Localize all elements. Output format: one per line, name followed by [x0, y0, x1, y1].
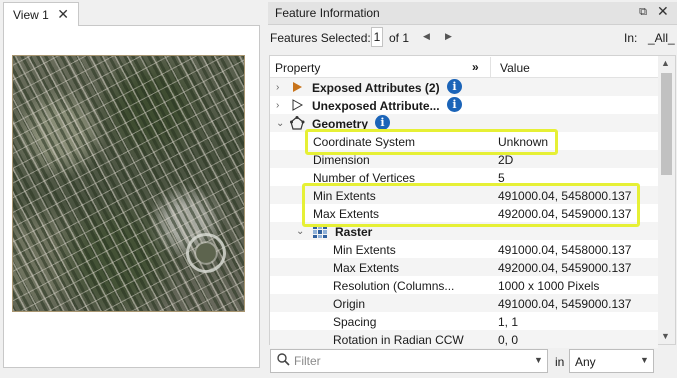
- highlight-coordinate-system: [305, 129, 558, 155]
- previous-feature-icon[interactable]: ◀: [423, 31, 430, 42]
- aerial-raster-detail: [186, 233, 226, 273]
- expand-columns-icon[interactable]: »: [472, 60, 479, 74]
- unexposed-attributes-label: Unexposed Attribute...: [312, 99, 440, 113]
- panel-title: Feature Information: [275, 6, 380, 20]
- table-row[interactable]: [270, 312, 658, 330]
- filter-in-label: in: [555, 355, 565, 369]
- property-name: Origin: [333, 297, 366, 311]
- chevron-right-icon[interactable]: ›: [276, 82, 279, 94]
- property-value: 492000.04, 5459000.137: [498, 261, 632, 275]
- scroll-up-icon[interactable]: ▲: [661, 58, 670, 68]
- column-header-property[interactable]: Property: [275, 61, 320, 75]
- features-selected-label: Features Selected:: [270, 31, 371, 45]
- tab-view-1-label: View 1: [13, 7, 49, 22]
- info-icon[interactable]: i: [447, 97, 462, 112]
- geometry-icon: [290, 116, 305, 130]
- search-icon: [277, 353, 290, 366]
- chevron-down-icon[interactable]: ⌄: [296, 226, 304, 238]
- column-header-value[interactable]: Value: [500, 61, 530, 75]
- chevron-down-icon[interactable]: ⌄: [276, 118, 284, 130]
- aerial-raster-image: [12, 55, 245, 312]
- filter-input[interactable]: [294, 352, 530, 370]
- property-name: Min Extents: [333, 243, 396, 257]
- exposed-attributes-label: Exposed Attributes (2): [312, 81, 440, 95]
- selected-total: of 1: [389, 31, 410, 45]
- table-row[interactable]: [270, 276, 658, 294]
- in-source-value[interactable]: _All_: [648, 31, 675, 45]
- in-label: In:: [624, 31, 638, 45]
- close-panel-icon[interactable]: ✕: [657, 4, 669, 18]
- scrollbar-thumb[interactable]: [661, 73, 672, 175]
- property-name: Rotation in Radian CCW: [333, 333, 464, 347]
- property-value: 1000 x 1000 Pixels: [498, 279, 600, 293]
- property-name: Dimension: [313, 153, 370, 167]
- close-tab-icon[interactable]: ✕: [57, 6, 69, 22]
- highlight-extents: [302, 183, 640, 227]
- scope-select-value: Any: [575, 355, 596, 369]
- next-feature-icon[interactable]: ▶: [445, 31, 452, 42]
- raster-label: Raster: [335, 225, 373, 239]
- property-value: 0, 0: [498, 333, 519, 347]
- property-value: 2D: [498, 153, 514, 167]
- exposed-arrow-icon: [293, 82, 302, 92]
- tab-view-1[interactable]: View 1 ✕: [3, 2, 79, 26]
- property-value: 1, 1: [498, 315, 519, 329]
- unexposed-arrow-icon: [292, 99, 303, 111]
- chevron-right-icon[interactable]: ›: [276, 100, 279, 112]
- property-name: Spacing: [333, 315, 377, 329]
- info-icon[interactable]: i: [447, 79, 462, 94]
- chevron-down-icon[interactable]: ▼: [534, 355, 543, 365]
- property-value: 491000.04, 5458000.137: [498, 243, 632, 257]
- float-window-icon[interactable]: ⧉: [637, 6, 649, 18]
- property-value: 491000.04, 5459000.137: [498, 297, 632, 311]
- column-separator: [490, 57, 491, 77]
- chevron-down-icon[interactable]: ▼: [640, 355, 649, 365]
- property-name: Resolution (Columns...: [333, 279, 455, 293]
- table-row[interactable]: [270, 330, 658, 348]
- scroll-down-icon[interactable]: ▼: [661, 331, 670, 341]
- property-name: Max Extents: [333, 261, 400, 275]
- info-icon[interactable]: i: [375, 115, 390, 130]
- selected-index-field[interactable]: 1: [371, 27, 383, 47]
- table-header: [270, 56, 658, 78]
